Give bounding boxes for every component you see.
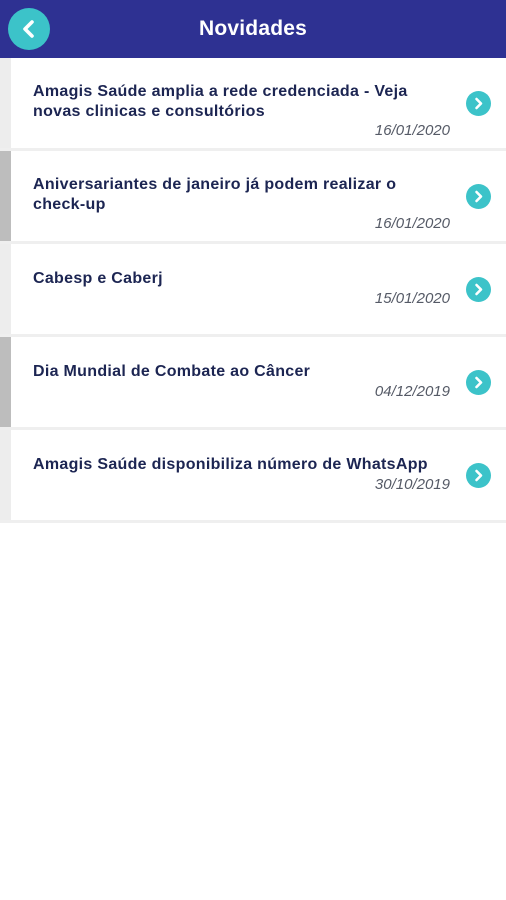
page-title: Novidades bbox=[199, 17, 307, 40]
app-header: Novidades bbox=[0, 0, 506, 58]
news-title: Cabesp e Caberj bbox=[33, 270, 163, 287]
chevron-right-icon[interactable] bbox=[466, 277, 491, 302]
news-item[interactable]: Amagis Saúde amplia a rede credenciada -… bbox=[0, 58, 506, 151]
news-title: Amagis Saúde amplia a rede credenciada -… bbox=[33, 83, 408, 120]
chevron-right-icon[interactable] bbox=[466, 370, 491, 395]
news-item[interactable]: Dia Mundial de Combate ao Câncer 04/12/2… bbox=[0, 337, 506, 430]
item-side-bar bbox=[0, 151, 11, 241]
chevron-left-icon bbox=[19, 19, 39, 39]
news-date: 16/01/2020 bbox=[374, 122, 450, 139]
back-button[interactable] bbox=[8, 8, 50, 50]
news-title: Amagis Saúde disponibiliza número de Wha… bbox=[33, 456, 428, 473]
news-date: 16/01/2020 bbox=[374, 215, 450, 232]
chevron-right-icon[interactable] bbox=[466, 463, 491, 488]
news-item[interactable]: Amagis Saúde disponibiliza número de Wha… bbox=[0, 430, 506, 523]
item-side-bar bbox=[0, 244, 11, 334]
news-list: Amagis Saúde amplia a rede credenciada -… bbox=[0, 58, 506, 523]
news-title: Aniversariantes de janeiro já podem real… bbox=[33, 176, 397, 213]
app-screen: Novidades Amagis Saúde amplia a rede cre… bbox=[0, 0, 506, 900]
item-side-bar bbox=[0, 337, 11, 427]
news-item[interactable]: Cabesp e Caberj 15/01/2020 bbox=[0, 244, 506, 337]
news-date: 04/12/2019 bbox=[374, 383, 450, 400]
news-date: 15/01/2020 bbox=[374, 290, 450, 307]
news-item[interactable]: Aniversariantes de janeiro já podem real… bbox=[0, 151, 506, 244]
item-side-bar bbox=[0, 58, 11, 148]
chevron-right-icon[interactable] bbox=[466, 184, 491, 209]
news-title: Dia Mundial de Combate ao Câncer bbox=[33, 363, 311, 380]
item-side-bar bbox=[0, 430, 11, 520]
news-date: 30/10/2019 bbox=[374, 476, 450, 493]
chevron-right-icon[interactable] bbox=[466, 91, 491, 116]
